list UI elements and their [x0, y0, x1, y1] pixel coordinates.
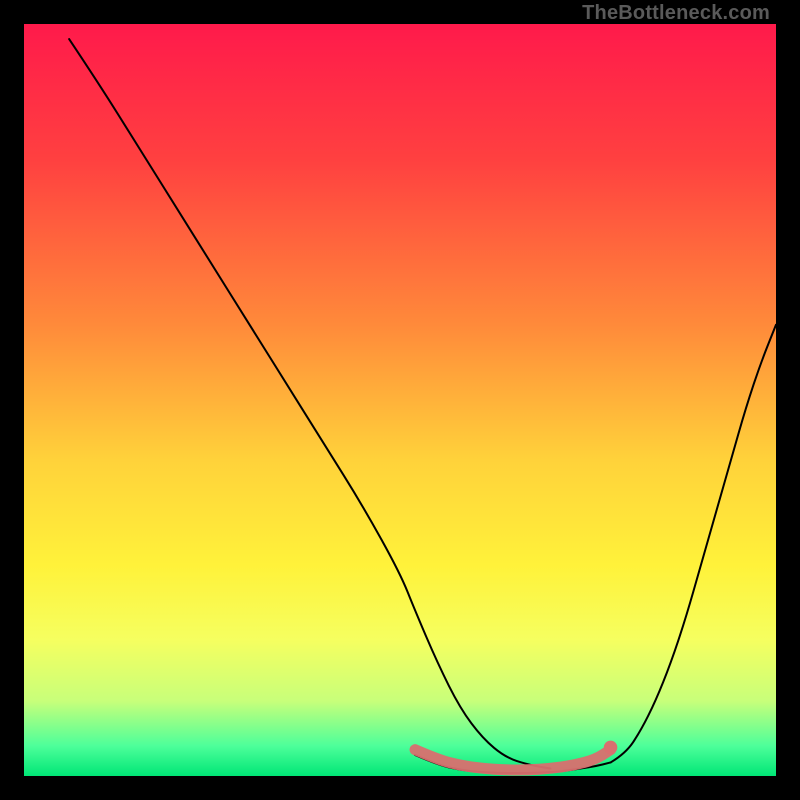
chart-frame: [24, 24, 776, 776]
optimal-end-dot: [604, 741, 618, 755]
bottleneck-chart: [24, 24, 776, 776]
gradient-background: [24, 24, 776, 776]
watermark-text: TheBottleneck.com: [582, 2, 770, 25]
